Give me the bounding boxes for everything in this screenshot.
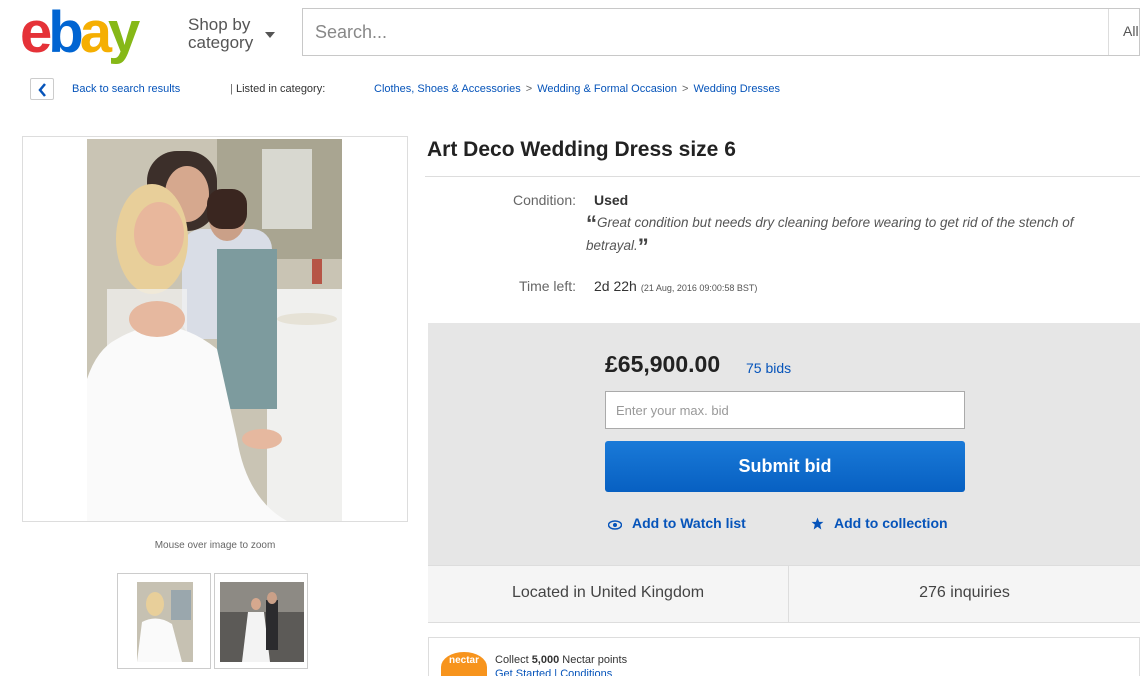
back-button[interactable] — [30, 78, 54, 100]
thumbnail-1[interactable] — [117, 573, 211, 669]
nectar-logo: nectar — [441, 652, 487, 676]
nectar-promo: nectar Collect 5,000 Nectar points Get S… — [428, 637, 1140, 676]
thumbnail-image — [220, 582, 304, 662]
shop-by-category-button[interactable]: Shop by category — [188, 16, 270, 52]
time-left-value: 2d 22h (21 Aug, 2016 09:00:58 BST) — [594, 278, 757, 294]
logo-letter-b: b — [48, 0, 83, 65]
main-image-panel[interactable] — [22, 136, 408, 522]
nectar-points: 5,000 — [531, 654, 560, 666]
time-left-duration: 2d 22h — [594, 278, 637, 294]
chevron-left-icon — [38, 83, 46, 97]
condition-note-text: Great condition but needs dry cleaning b… — [586, 215, 1074, 253]
condition-label: Condition: — [512, 192, 576, 208]
watchlist-label: Add to Watch list — [632, 515, 746, 531]
condition-note: “Great condition but needs dry cleaning … — [586, 212, 1126, 258]
logo-letter-y: y — [107, 0, 140, 65]
back-to-search-link[interactable]: Back to search results — [72, 83, 180, 95]
current-price: £65,900.00 — [605, 351, 721, 377]
max-bid-input[interactable] — [605, 391, 965, 429]
add-to-collection-link[interactable]: Add to collection — [811, 515, 948, 531]
condition-value: Used — [594, 192, 629, 208]
listed-in-label: Listed in category: — [236, 83, 326, 95]
nectar-links[interactable]: Get Started | Conditions — [495, 668, 612, 676]
breadcrumb-arrow: > — [525, 83, 533, 95]
search-input[interactable] — [303, 9, 1107, 55]
inquiries-count: 276 inquiries — [919, 584, 1010, 601]
breadcrumb-separator: | — [230, 83, 233, 95]
search-divider — [1108, 9, 1109, 55]
header: ebay Shop by category All — [0, 0, 1140, 68]
eye-icon — [607, 520, 623, 530]
title-divider — [425, 176, 1140, 177]
nectar-collect-text: Collect 5,000 Nectar points — [495, 654, 627, 666]
breadcrumb: Back to search results | Listed in categ… — [30, 78, 1130, 100]
auction-end-date: (21 Aug, 2016 09:00:58 BST) — [640, 283, 758, 293]
open-quote-icon: “ — [586, 211, 597, 236]
category-link-wedding-dresses[interactable]: Wedding Dresses — [693, 83, 780, 95]
item-title: Art Deco Wedding Dress size 6 — [427, 138, 736, 161]
add-to-watchlist-link[interactable]: Add to Watch list — [607, 515, 746, 531]
zoom-hint: Mouse over image to zoom — [154, 540, 276, 551]
category-path: Clothes, Shoes & Accessories > Wedding & F… — [374, 83, 780, 95]
thumbnail-2[interactable] — [214, 573, 308, 669]
item-info-strip: Located in United Kingdom 276 inquiries — [428, 565, 1140, 623]
submit-bid-button[interactable]: Submit bid — [605, 441, 965, 492]
collection-label: Add to collection — [834, 515, 948, 531]
star-icon — [811, 517, 824, 530]
logo-letter-e: e — [20, 0, 52, 65]
item-location: Located in United Kingdom — [511, 584, 705, 601]
breadcrumb-arrow: > — [682, 83, 689, 95]
time-left-label: Time left: — [518, 278, 576, 294]
logo-letter-a: a — [79, 0, 112, 65]
thumbnail-image — [137, 582, 193, 662]
bride-photo-illustration — [87, 139, 342, 521]
close-quote-icon: ” — [637, 234, 649, 259]
ebay-logo[interactable]: ebay — [20, 0, 140, 65]
chevron-down-icon[interactable] — [265, 32, 275, 38]
search-bar: All — [302, 8, 1140, 56]
search-category-select[interactable]: All — [1123, 23, 1139, 39]
nectar-collect-prefix: Collect — [495, 654, 529, 666]
category-link-wedding-formal[interactable]: Wedding & Formal Occasion — [537, 83, 677, 95]
nectar-collect-suffix: Nectar points — [562, 654, 628, 666]
bid-panel: £65,900.00 75 bids Submit bid Add to Wat… — [428, 323, 1140, 565]
category-link-clothes[interactable]: Clothes, Shoes & Accessories — [374, 83, 521, 95]
main-product-photo[interactable] — [87, 139, 342, 521]
bid-count-link[interactable]: 75 bids — [746, 360, 791, 376]
